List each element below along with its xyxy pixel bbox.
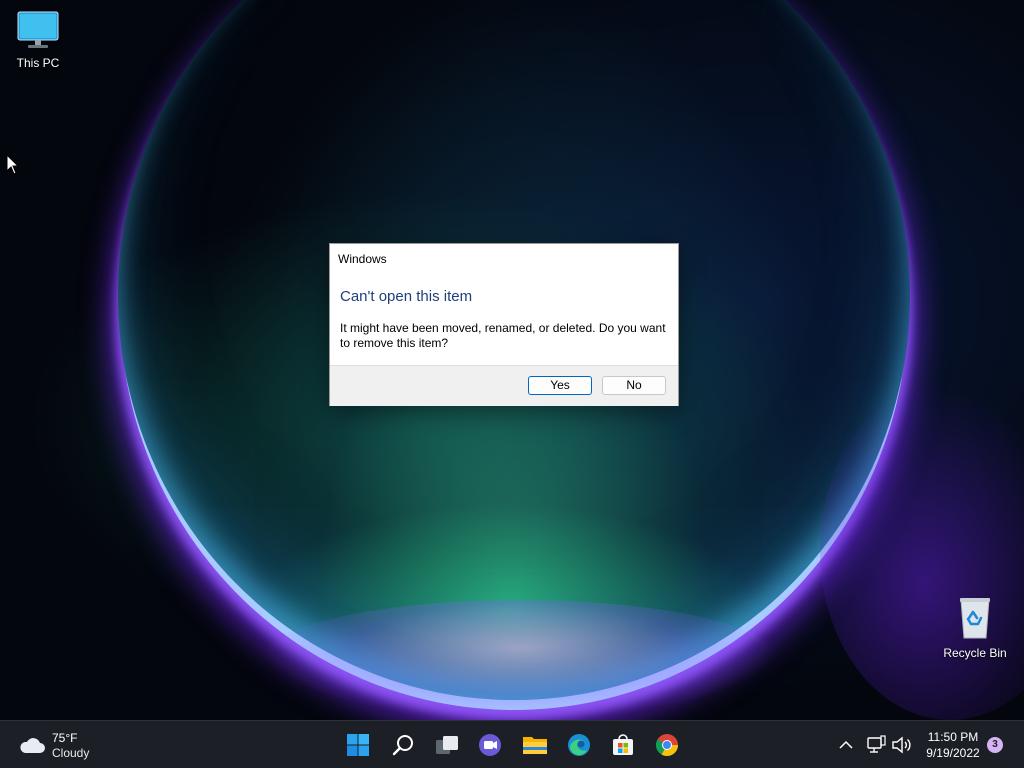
desktop-icon-label: Recycle Bin	[943, 646, 1007, 660]
taskbar: 75°F Cloudy 11:50 PM 9/19/2022 3	[0, 720, 1024, 768]
search-button[interactable]	[387, 729, 419, 761]
task-view-button[interactable]	[431, 729, 463, 761]
task-view-icon	[436, 736, 458, 754]
weather-widget[interactable]: 75°F Cloudy	[16, 729, 116, 761]
cant-open-item-dialog: Windows Can't open this item It might ha…	[329, 243, 679, 406]
dialog-heading: Can't open this item	[340, 288, 473, 305]
notification-badge[interactable]: 3	[987, 737, 1003, 753]
monitor-icon	[17, 11, 59, 48]
yes-button[interactable]: Yes	[528, 376, 592, 395]
chrome-button[interactable]	[651, 729, 683, 761]
clock-date[interactable]: 9/19/2022	[918, 746, 988, 760]
clock-time[interactable]: 11:50 PM	[918, 730, 988, 744]
weather-temperature: 75°F	[52, 731, 78, 745]
edge-button[interactable]	[563, 729, 595, 761]
cloud-icon	[20, 738, 45, 753]
desktop-icon-recycle-bin[interactable]: Recycle Bin	[937, 596, 1013, 660]
no-button[interactable]: No	[602, 376, 666, 395]
file-explorer-button[interactable]	[519, 729, 551, 761]
windows-logo-icon	[347, 734, 369, 756]
wallpaper-glow	[260, 600, 780, 720]
dialog-message: It might have been moved, renamed, or de…	[340, 321, 666, 350]
mouse-cursor-icon	[6, 154, 20, 175]
teams-chat-icon	[479, 734, 501, 756]
network-icon[interactable]	[865, 734, 887, 756]
weather-condition: Cloudy	[52, 746, 90, 760]
chrome-icon	[656, 734, 678, 756]
dialog-footer: Yes No	[330, 365, 678, 406]
edge-icon	[568, 734, 590, 756]
desktop: This PC Recycle Bin Windows Can't open t…	[0, 0, 1024, 720]
volume-icon[interactable]	[890, 734, 912, 756]
store-icon	[613, 734, 633, 755]
desktop-icon-label: This PC	[16, 56, 60, 70]
folder-icon	[523, 737, 547, 754]
dialog-window-title: Windows	[338, 252, 387, 266]
chat-button[interactable]	[474, 729, 506, 761]
desktop-icon-this-pc[interactable]: This PC	[0, 10, 76, 70]
recycle-bin-icon	[960, 598, 990, 639]
store-button[interactable]	[607, 729, 639, 761]
chevron-up-icon[interactable]	[836, 735, 856, 755]
start-button[interactable]	[342, 729, 374, 761]
search-icon	[392, 735, 413, 756]
